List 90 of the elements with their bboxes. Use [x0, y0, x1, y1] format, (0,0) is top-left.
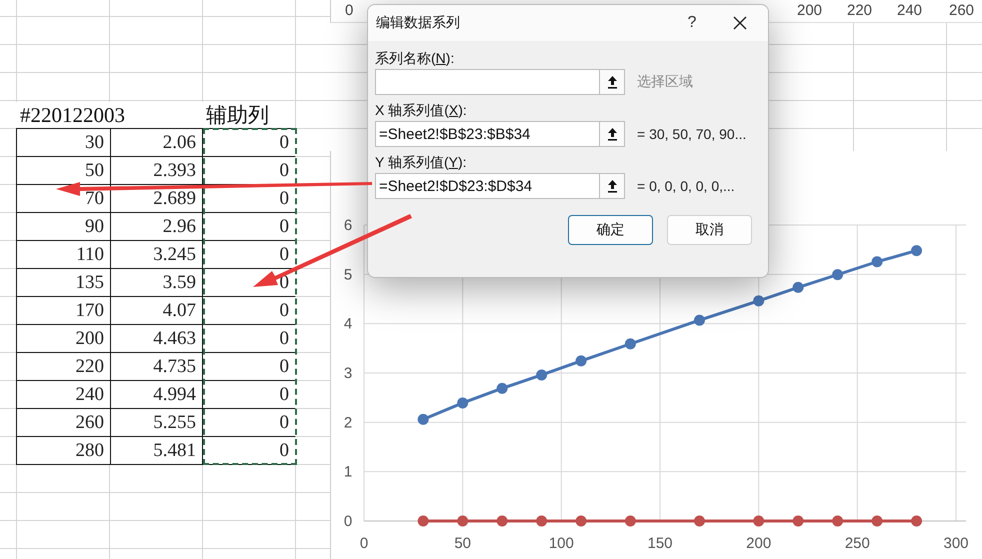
table-cell: 135 — [17, 269, 111, 297]
table-cell: 4.07 — [111, 297, 203, 325]
axis-tick-label: 4 — [344, 316, 352, 333]
data-point — [911, 516, 922, 526]
upload-icon — [606, 179, 618, 193]
data-point — [624, 516, 636, 526]
data-point — [792, 282, 804, 293]
field-label: 系列名称(N): — [375, 49, 456, 68]
table-cell: 0 — [203, 437, 296, 465]
table-cell: 0 — [203, 129, 296, 157]
axis-tick-label: 2 — [344, 414, 352, 432]
table-cell: 110 — [17, 241, 111, 269]
data-point — [694, 516, 705, 526]
field-label: Y 轴系列值(Y): — [375, 153, 468, 172]
data-point — [496, 516, 508, 526]
data-point — [753, 516, 764, 526]
axis-tick-label: 240 — [897, 1, 924, 21]
data-point — [832, 516, 844, 526]
upload-icon — [606, 127, 618, 141]
table-cell: 0 — [203, 297, 296, 325]
table-cell: 220 — [17, 353, 111, 381]
data-point — [832, 269, 844, 280]
table-cell: 30 — [17, 129, 111, 157]
value-preview: = 30, 50, 70, 90... — [637, 126, 746, 142]
field-label: X 轴系列值(X): — [375, 101, 468, 120]
close-icon — [733, 16, 747, 30]
data-point — [576, 355, 587, 366]
value-preview: = 0, 0, 0, 0, 0,... — [637, 178, 735, 194]
data-point — [536, 516, 548, 526]
table-cell: 0 — [203, 409, 296, 437]
data-point — [536, 369, 548, 380]
table-cell: 4.994 — [111, 381, 203, 409]
data-point — [457, 397, 468, 408]
data-point — [872, 516, 883, 526]
table-cell: 0 — [203, 353, 296, 381]
collapse-button[interactable] — [599, 173, 625, 199]
axis-tick-label: 200 — [746, 535, 772, 552]
collapse-button[interactable] — [599, 121, 625, 147]
table-cell: 3.59 — [111, 269, 203, 297]
axis-tick-label: 100 — [548, 535, 574, 552]
axis-tick-label: 3 — [344, 365, 352, 382]
axis-tick-label: 250 — [844, 535, 870, 552]
data-point — [624, 338, 636, 350]
axis-tick-label: 50 — [454, 535, 471, 552]
table-cell: 0 — [203, 381, 296, 409]
cancel-button[interactable]: 取消 — [667, 215, 752, 245]
help-button[interactable]: ? — [672, 8, 712, 38]
range-field[interactable]: =Sheet2!$D$23:$D$34 — [375, 173, 599, 199]
field-hint: 选择区域 — [637, 73, 693, 91]
table-cell: 5.255 — [111, 409, 203, 437]
table-cell: 3.245 — [111, 241, 203, 269]
data-point — [496, 382, 508, 394]
data-point — [418, 414, 429, 425]
dialog-title: 编辑数据系列 — [376, 14, 461, 32]
table-cell: 5.481 — [111, 437, 203, 465]
table-cell: 260 — [17, 409, 111, 437]
data-point — [911, 245, 922, 256]
table-cell: 280 — [17, 437, 111, 465]
data-point — [457, 516, 468, 526]
axis-tick-label: 0 — [344, 1, 354, 21]
data-point — [418, 516, 429, 526]
axis-tick-label: 220 — [847, 1, 874, 21]
axis-tick-label: 6 — [344, 217, 352, 234]
data-point — [792, 516, 804, 526]
table-cell: 170 — [17, 297, 111, 325]
data-point — [872, 256, 883, 268]
axis-tick-label: 1 — [344, 464, 352, 481]
axis-tick-label: 150 — [647, 535, 673, 552]
table-cell: 90 — [17, 213, 111, 241]
data-point — [753, 295, 764, 306]
range-field[interactable] — [375, 69, 599, 95]
data-point — [694, 314, 705, 326]
table-cell: 2.96 — [111, 213, 203, 241]
range-field[interactable]: =Sheet2!$B$23:$B$34 — [375, 121, 599, 147]
table-cell: 2.06 — [111, 129, 203, 157]
data-point — [576, 516, 587, 526]
upload-icon — [606, 75, 618, 89]
collapse-button[interactable] — [599, 69, 625, 95]
ok-button[interactable]: 确定 — [568, 215, 653, 245]
table-cell: 4.735 — [111, 353, 203, 381]
axis-tick-label: 5 — [344, 266, 352, 284]
axis-tick-label: 0 — [360, 535, 368, 552]
table-cell: 200 — [17, 325, 111, 353]
axis-tick-label: 300 — [943, 535, 969, 552]
table-cell: 4.463 — [111, 325, 203, 353]
table-cell: 240 — [17, 381, 111, 409]
axis-tick-label: 200 — [797, 1, 824, 21]
axis-tick-label: 0 — [344, 513, 352, 530]
table-cell: 0 — [203, 325, 296, 353]
axis-tick-label: 260 — [949, 1, 976, 21]
